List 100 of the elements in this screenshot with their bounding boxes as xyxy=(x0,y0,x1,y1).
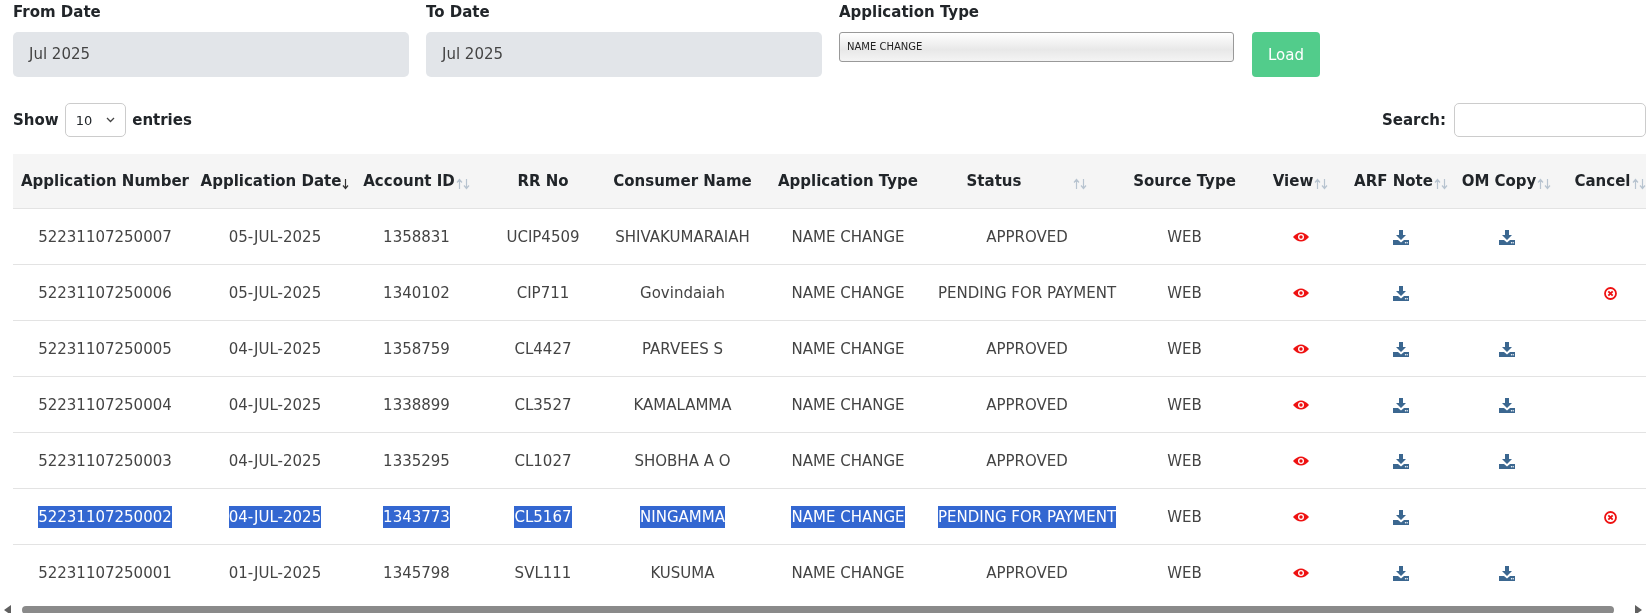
column-header[interactable]: Status xyxy=(937,154,1117,209)
table-cell-text: 04-JUL-2025 xyxy=(228,338,322,360)
table-cell-text: 04-JUL-2025 xyxy=(228,450,322,472)
table-cell-text: 52231107250006 xyxy=(38,282,172,304)
table-cell-text: 1345798 xyxy=(383,562,450,584)
table-cell: NAME CHANGE xyxy=(791,505,905,528)
table-cell-text: CIP711 xyxy=(516,282,570,304)
download-icon[interactable] xyxy=(1393,285,1409,301)
table-cell: 52231107250002 xyxy=(38,505,172,528)
column-header[interactable]: ARF Note xyxy=(1349,154,1453,209)
field-label: Application Type xyxy=(839,2,981,23)
table-cell-text: WEB xyxy=(1167,338,1202,360)
table-cell-text: 52231107250007 xyxy=(38,226,172,248)
table-cell-text: SVL111 xyxy=(514,562,572,584)
scroll-right-arrow-icon[interactable] xyxy=(1634,605,1642,613)
table-cell-text: 04-JUL-2025 xyxy=(228,394,322,416)
download-icon[interactable] xyxy=(1393,565,1409,581)
table-cell-text: NAME CHANGE xyxy=(791,226,905,248)
download-icon[interactable] xyxy=(1393,229,1409,245)
table-cell-text: SHIVAKUMARAIAH xyxy=(615,226,750,248)
table-cell-text: 1358831 xyxy=(383,226,450,248)
search-label: Search: xyxy=(1381,111,1446,129)
eye-icon[interactable] xyxy=(1291,231,1310,243)
application-type-select[interactable]: NAME CHANGE xyxy=(839,32,1234,62)
table-cell-text: PENDING FOR PAYMENT xyxy=(937,282,1117,304)
table-cell: PENDING FOR PAYMENT xyxy=(937,505,1117,528)
table-cell-text: APPROVED xyxy=(986,450,1068,472)
table-cell-text: 05-JUL-2025 xyxy=(228,282,322,304)
eye-icon[interactable] xyxy=(1291,399,1310,411)
download-icon[interactable] xyxy=(1498,453,1515,469)
table-cell-text: APPROVED xyxy=(986,394,1068,416)
column-header[interactable]: View xyxy=(1252,154,1349,209)
field-label: To Date xyxy=(426,2,491,23)
table-cell-text: NAME CHANGE xyxy=(791,450,905,472)
table-cell-text: NAME CHANGE xyxy=(791,394,905,416)
table-cell-text: KAMALAMMA xyxy=(633,394,732,416)
column-header[interactable]: Application Type xyxy=(759,154,937,209)
table-cell-text: 1335295 xyxy=(383,450,450,472)
table-cell-text: NAME CHANGE xyxy=(791,338,905,360)
eye-icon[interactable] xyxy=(1291,567,1310,579)
table-cell-text: 52231107250003 xyxy=(38,450,172,472)
download-icon[interactable] xyxy=(1498,397,1515,413)
table-cell-text: 52231107250001 xyxy=(38,562,172,584)
table-cell-text: 1340102 xyxy=(383,282,450,304)
table-cell-text: APPROVED xyxy=(986,338,1068,360)
download-icon[interactable] xyxy=(1393,397,1409,413)
chevron-icon xyxy=(106,117,116,123)
table-cell-text: WEB xyxy=(1167,282,1202,304)
table-cell: 04-JUL-2025 xyxy=(228,505,322,528)
field-label: From Date xyxy=(13,2,102,23)
table-cell-text: WEB xyxy=(1167,394,1202,416)
table-cell-text: SHOBHA A O xyxy=(634,450,731,472)
column-header[interactable]: RR No xyxy=(480,154,606,209)
column-header[interactable]: Consumer Name xyxy=(606,154,759,209)
table-cell-text: 1358759 xyxy=(383,338,450,360)
search-field[interactable] xyxy=(1454,103,1646,137)
table-cell-text: WEB xyxy=(1167,562,1202,584)
entries-label: entries xyxy=(132,111,192,129)
table-cell-text: WEB xyxy=(1167,450,1202,472)
download-icon[interactable] xyxy=(1393,341,1409,357)
table-cell-text: WEB xyxy=(1167,226,1202,248)
download-icon[interactable] xyxy=(1393,509,1409,525)
eye-icon[interactable] xyxy=(1291,511,1310,523)
cancel-icon[interactable] xyxy=(1603,286,1617,300)
table-cell-text: Govindaiah xyxy=(640,282,725,304)
table-cell-text: APPROVED xyxy=(986,562,1068,584)
table-cell-text: WEB xyxy=(1167,506,1202,528)
show-label: Show xyxy=(13,111,59,129)
column-header[interactable]: Application Number xyxy=(13,154,197,209)
eye-icon[interactable] xyxy=(1291,455,1310,467)
entries-select[interactable]: 10 xyxy=(64,103,127,137)
table-cell: 1343773 xyxy=(383,505,450,528)
table-cell-text: NAME CHANGE xyxy=(791,282,905,304)
table-cell-text: 01-JUL-2025 xyxy=(228,562,322,584)
table-cell-text: APPROVED xyxy=(986,226,1068,248)
eye-icon[interactable] xyxy=(1291,343,1310,355)
table-cell-text: 52231107250005 xyxy=(38,338,172,360)
scroll-left-arrow-icon[interactable] xyxy=(4,605,12,613)
column-header[interactable]: Cancel xyxy=(1560,154,1646,209)
date-field[interactable]: Jul 2025 xyxy=(426,32,822,77)
column-header[interactable]: Application Date xyxy=(197,154,353,209)
download-icon[interactable] xyxy=(1498,341,1515,357)
column-header[interactable]: Source Type xyxy=(1117,154,1252,209)
download-icon[interactable] xyxy=(1393,453,1409,469)
column-header[interactable]: Account ID xyxy=(353,154,480,209)
cancel-icon[interactable] xyxy=(1603,510,1617,524)
table-cell-text: NAME CHANGE xyxy=(791,562,905,584)
table-cell: NINGAMMA xyxy=(640,505,725,528)
table-cell-text: KUSUMA xyxy=(650,562,715,584)
download-icon[interactable] xyxy=(1498,565,1515,581)
table-cell-text: UCIP4509 xyxy=(506,226,580,248)
table-cell-text: 1338899 xyxy=(383,394,450,416)
column-header[interactable]: OM Copy xyxy=(1453,154,1560,209)
table-cell-text: 05-JUL-2025 xyxy=(228,226,322,248)
date-field[interactable]: Jul 2025 xyxy=(13,32,409,77)
table-cell-text: CL4427 xyxy=(514,338,572,360)
table-cell-text: CL1027 xyxy=(514,450,572,472)
table-cell: CL5167 xyxy=(514,505,572,528)
download-icon[interactable] xyxy=(1498,229,1515,245)
eye-icon[interactable] xyxy=(1291,287,1310,299)
